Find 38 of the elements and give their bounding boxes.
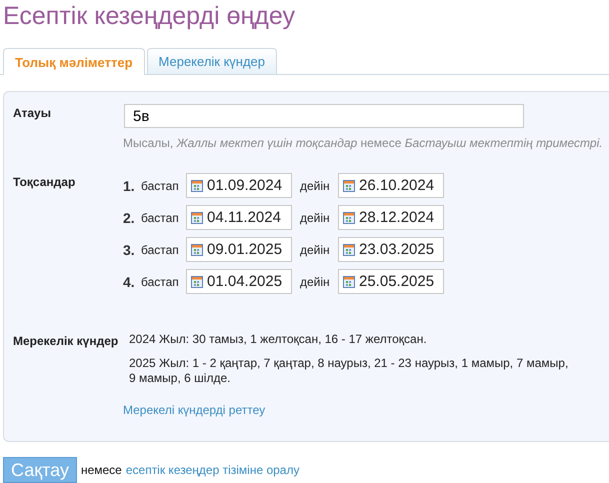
page-title: Есептік кезеңдерді өңдеу [2,1,296,32]
calendar-icon[interactable] [343,212,355,224]
date-field[interactable]: 25.05.2025 [338,269,444,294]
calendar-icon[interactable] [191,276,203,288]
name-field[interactable]: 5в [124,104,524,128]
to-label: дейін [300,178,331,192]
date-field[interactable]: 09.01.2025 [186,237,292,262]
holiday-list: 2024 Жыл: 30 тамыз, 1 желтоқсан, 16 - 17 желтоқсан. [129,332,574,347]
calendar-icon[interactable] [343,180,355,192]
calendar-icon[interactable] [343,244,355,256]
calendar-icon[interactable] [191,212,203,224]
hint-text: Мысалы, Жаллы мектеп үшін тоқсандар немесе Бастауыш мектептің триместрі. [123,136,604,150]
from-label: бастап [141,178,180,192]
date-field[interactable]: 26.10.2024 [338,173,444,198]
calendar-icon[interactable] [191,180,203,192]
quarter-number: 3. [123,242,136,258]
date-field[interactable]: 23.03.2025 [338,237,444,262]
quarter-number: 2. [123,210,136,226]
field-label: Мерекелік күндер [13,333,120,348]
back-link[interactable]: есептік кезеңдер тізіміне оралу [126,463,300,477]
from-label: бастап [141,242,180,256]
from-label: бастап [141,210,180,224]
to-label: дейін [300,274,331,288]
quarter-number: 1. [123,178,136,194]
field-label: Атауы [13,105,52,120]
date-field[interactable]: 01.04.2025 [186,269,292,294]
to-label: дейін [300,242,331,256]
date-field[interactable]: 28.12.2024 [338,205,444,230]
from-label: бастап [141,274,180,288]
or-text: немесе [80,463,122,477]
calendar-icon[interactable] [191,244,203,256]
holiday-list: 2025 Жыл: 1 - 2 қаңтар, 7 қаңтар, 8 наурыз, 21 - 23 наурыз, 1 мамыр, 7 мамыр, 9 мамыр, 6 шілде. [129,356,574,386]
field-label: Тоқсандар [13,174,76,189]
date-field[interactable]: 04.11.2024 [186,205,292,230]
date-field[interactable]: 01.09.2024 [186,173,292,198]
calendar-icon[interactable] [343,276,355,288]
quarter-number: 4. [123,274,136,290]
to-label: дейін [300,210,331,224]
